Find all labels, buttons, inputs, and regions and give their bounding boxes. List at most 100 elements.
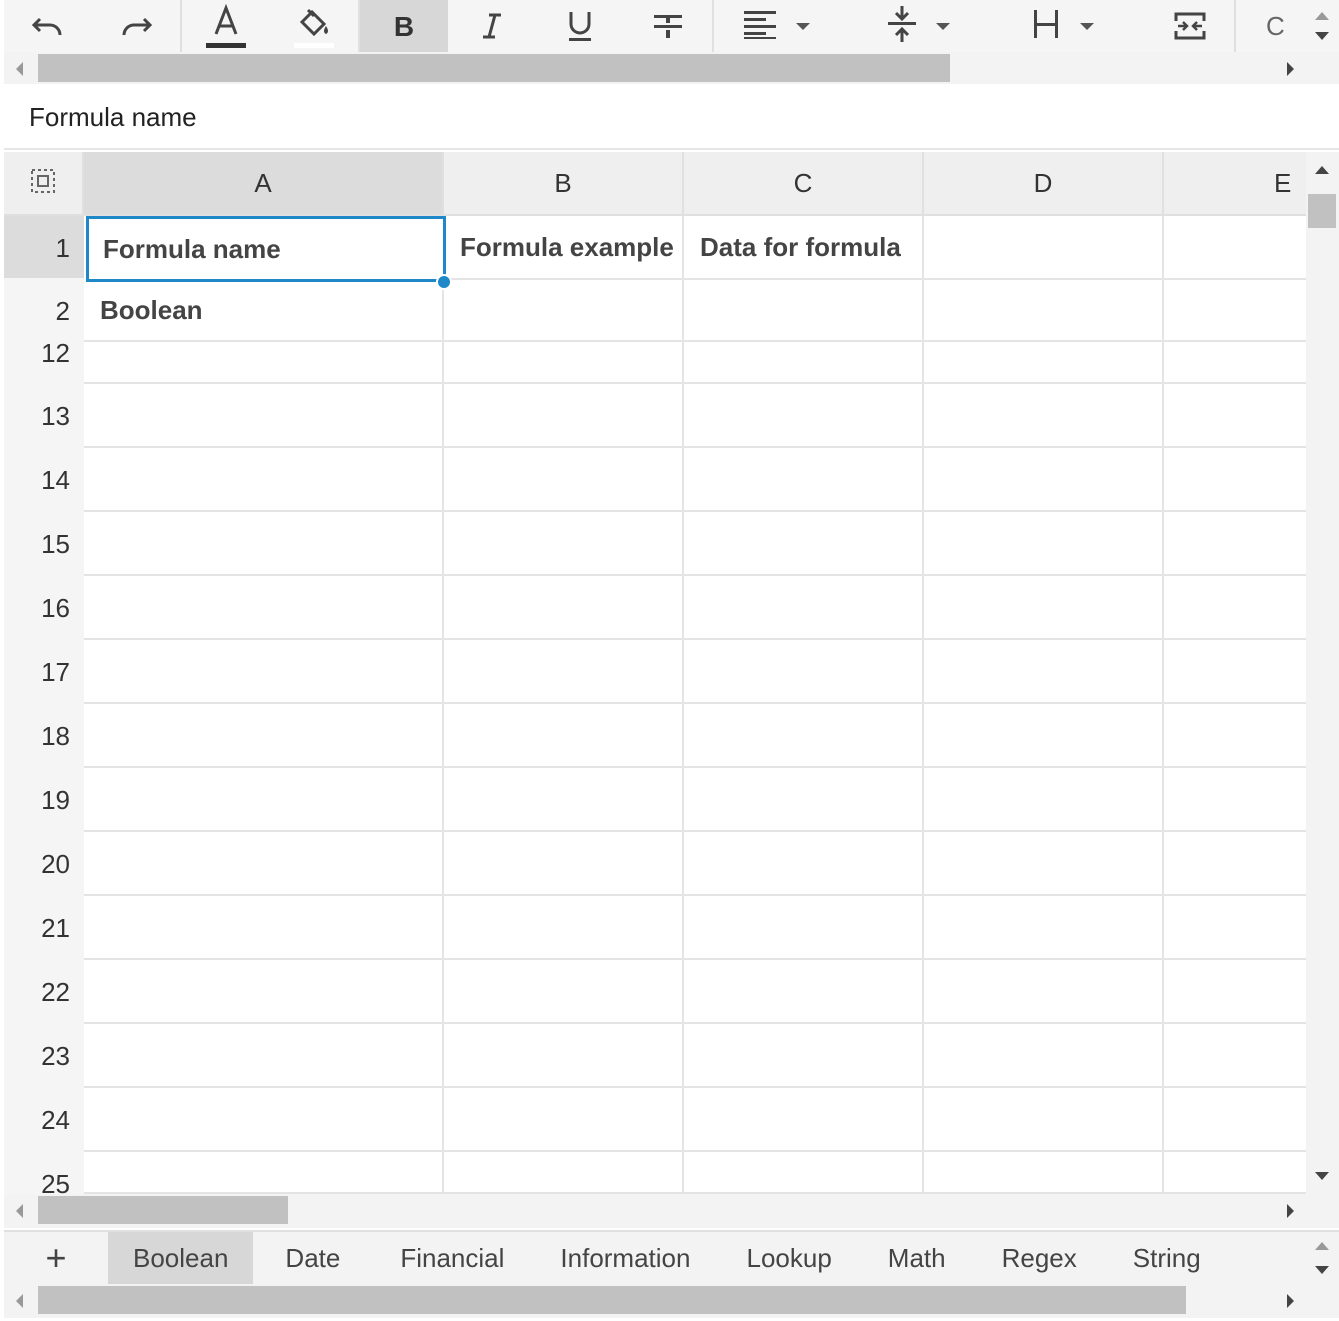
redo-button[interactable] (92, 0, 180, 52)
scroll-down-icon[interactable] (1315, 32, 1329, 40)
cell-e24[interactable] (1164, 1088, 1306, 1152)
cell-d18[interactable] (924, 704, 1164, 768)
underline-button[interactable] (536, 0, 624, 52)
cell-a13[interactable] (84, 384, 444, 448)
row-header-2[interactable]: 2 (4, 280, 84, 342)
formula-bar[interactable]: Formula name (4, 86, 1339, 150)
tabs-scroll[interactable] (1306, 1232, 1339, 1284)
vertical-align-dropdown[interactable] (858, 0, 1002, 52)
scrollbar-thumb[interactable] (1308, 194, 1336, 228)
column-header-d[interactable]: D (924, 152, 1164, 216)
cell-d13[interactable] (924, 384, 1164, 448)
text-wrap-dropdown[interactable] (1002, 0, 1146, 52)
cell-e16[interactable] (1164, 576, 1306, 640)
scroll-left-icon[interactable] (16, 62, 23, 76)
fill-handle[interactable] (436, 274, 452, 290)
column-header-a[interactable]: A (84, 152, 444, 216)
cell-e13[interactable] (1164, 384, 1306, 448)
cell-e19[interactable] (1164, 768, 1306, 832)
cell-c19[interactable] (684, 768, 924, 832)
toolbar-scrollbar[interactable] (4, 52, 1339, 84)
cell-e21[interactable] (1164, 896, 1306, 960)
scroll-down-icon[interactable] (1315, 1172, 1329, 1180)
cell-d17[interactable] (924, 640, 1164, 704)
cell-a20[interactable] (84, 832, 444, 896)
cell-e2[interactable] (1164, 280, 1306, 342)
scrollbar-thumb[interactable] (38, 1196, 288, 1224)
cell-c1[interactable]: Data for formula (684, 216, 924, 280)
cell-c16[interactable] (684, 576, 924, 640)
cell-b21[interactable] (444, 896, 684, 960)
cell-b14[interactable] (444, 448, 684, 512)
row-header-1[interactable]: 1 (4, 216, 84, 280)
cell-b25[interactable] (444, 1152, 684, 1194)
column-header-e[interactable]: E (1164, 152, 1306, 216)
row-header-21[interactable]: 21 (4, 896, 84, 960)
cell-d25[interactable] (924, 1152, 1164, 1194)
cell-b17[interactable] (444, 640, 684, 704)
row-header-19[interactable]: 19 (4, 768, 84, 832)
cell-d23[interactable] (924, 1024, 1164, 1088)
select-all-button[interactable] (4, 152, 84, 216)
row-header-25[interactable]: 25 (4, 1152, 84, 1194)
font-color-button[interactable] (182, 0, 270, 52)
cell-a17[interactable] (84, 640, 444, 704)
scroll-left-icon[interactable] (16, 1204, 23, 1218)
cell-c21[interactable] (684, 896, 924, 960)
cell-d20[interactable] (924, 832, 1164, 896)
cell-b15[interactable] (444, 512, 684, 576)
cell-e25[interactable] (1164, 1152, 1306, 1194)
cell-d16[interactable] (924, 576, 1164, 640)
row-header-13[interactable]: 13 (4, 384, 84, 448)
cell-a15[interactable] (84, 512, 444, 576)
cell-c2[interactable] (684, 280, 924, 342)
cell-e20[interactable] (1164, 832, 1306, 896)
sheet-tab-regex[interactable]: Regex (974, 1232, 1105, 1284)
cell-b16[interactable] (444, 576, 684, 640)
cell-a18[interactable] (84, 704, 444, 768)
toolbar-overflow-item[interactable]: C (1236, 0, 1285, 52)
cell-d19[interactable] (924, 768, 1164, 832)
add-sheet-button[interactable]: + (4, 1232, 108, 1284)
cell-b18[interactable] (444, 704, 684, 768)
scrollbar-thumb[interactable] (38, 54, 950, 82)
toolbar-scroll[interactable] (1306, 0, 1339, 52)
row-header-24[interactable]: 24 (4, 1088, 84, 1152)
sheet-tab-lookup[interactable]: Lookup (718, 1232, 859, 1284)
row-header-18[interactable]: 18 (4, 704, 84, 768)
cell-e18[interactable] (1164, 704, 1306, 768)
scroll-right-icon[interactable] (1287, 1294, 1294, 1308)
cell-c15[interactable] (684, 512, 924, 576)
cell-d21[interactable] (924, 896, 1164, 960)
row-header-23[interactable]: 23 (4, 1024, 84, 1088)
bold-button[interactable]: B (360, 0, 448, 52)
merge-cells-button[interactable] (1146, 0, 1234, 52)
cell-a12[interactable] (84, 342, 444, 384)
cell-a14[interactable] (84, 448, 444, 512)
row-header-20[interactable]: 20 (4, 832, 84, 896)
cell-c20[interactable] (684, 832, 924, 896)
column-header-b[interactable]: B (444, 152, 684, 216)
cell-b22[interactable] (444, 960, 684, 1024)
cell-e1[interactable] (1164, 216, 1306, 280)
cell-c23[interactable] (684, 1024, 924, 1088)
cell-c18[interactable] (684, 704, 924, 768)
cell-c14[interactable] (684, 448, 924, 512)
cell-e14[interactable] (1164, 448, 1306, 512)
scroll-up-icon[interactable] (1315, 1242, 1329, 1250)
scroll-left-icon[interactable] (16, 1294, 23, 1308)
cell-d12[interactable] (924, 342, 1164, 384)
cell-a19[interactable] (84, 768, 444, 832)
scroll-down-icon[interactable] (1315, 1266, 1329, 1274)
vertical-scrollbar[interactable] (1306, 152, 1339, 1194)
row-header-14[interactable]: 14 (4, 448, 84, 512)
cell-d22[interactable] (924, 960, 1164, 1024)
cell-b12[interactable] (444, 342, 684, 384)
horizontal-align-dropdown[interactable] (714, 0, 858, 52)
cell-e17[interactable] (1164, 640, 1306, 704)
tabs-horizontal-scrollbar[interactable] (4, 1284, 1339, 1318)
cell-c25[interactable] (684, 1152, 924, 1194)
cell-a24[interactable] (84, 1088, 444, 1152)
scrollbar-thumb[interactable] (38, 1286, 1186, 1314)
scroll-up-icon[interactable] (1315, 12, 1329, 20)
